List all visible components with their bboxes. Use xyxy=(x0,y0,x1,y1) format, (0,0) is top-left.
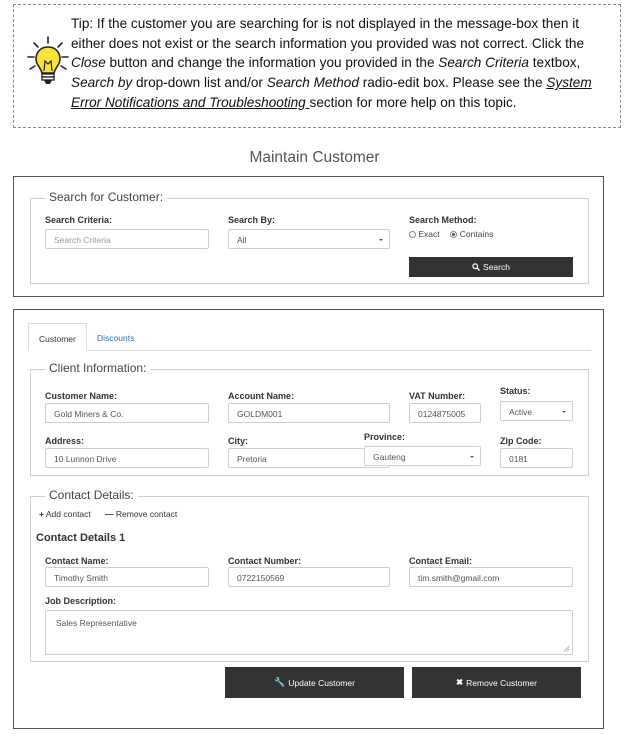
zip-code-label: Zip Code: xyxy=(500,436,542,446)
client-legend: Client Information: xyxy=(45,361,151,375)
status-label: Status: xyxy=(500,386,531,396)
city-label: City: xyxy=(228,436,248,446)
wrench-icon: 🔧 xyxy=(274,677,286,687)
search-by-select[interactable]: All xyxy=(228,229,390,249)
help-link-cont[interactable]: Error Notifications and Troubleshooting xyxy=(71,95,310,110)
remove-customer-button[interactable]: ✖ Remove Customer xyxy=(412,667,581,698)
job-description-label: Job Description: xyxy=(45,596,117,606)
help-link[interactable]: System xyxy=(546,75,591,90)
radio-contains-label: Contains xyxy=(459,229,494,239)
contact-heading: Contact Details 1 xyxy=(36,532,126,544)
radio-exact[interactable] xyxy=(409,231,416,239)
tip-text: Tip: If the customer you are searching f… xyxy=(71,16,592,110)
remove-contact-button[interactable]: — Remove contact xyxy=(105,509,177,519)
customer-name-label: Customer Name: xyxy=(45,391,118,401)
contact-email-input[interactable]: tim.smith@gmail.com xyxy=(409,567,573,587)
province-label: Province: xyxy=(364,432,406,442)
contact-email-label: Contact Email: xyxy=(409,556,473,566)
tip-box: Tip: If the customer you are searching f… xyxy=(13,4,621,128)
vat-number-label: VAT Number: xyxy=(409,391,466,401)
status-select[interactable]: Active xyxy=(500,401,573,421)
contact-name-label: Contact Name: xyxy=(45,556,109,566)
search-criteria-input[interactable]: Search Criteria xyxy=(45,229,209,249)
account-name-input[interactable]: GOLDM001 xyxy=(228,403,390,423)
page-title: Maintain Customer xyxy=(249,149,380,166)
contact-name-input[interactable]: Timothy Smith xyxy=(45,567,209,587)
minus-icon: — xyxy=(105,509,114,519)
lightbulb-icon xyxy=(27,36,69,84)
customer-panel: Customer Discounts Client Information: C… xyxy=(13,309,604,729)
resize-grip-icon[interactable] xyxy=(563,645,570,652)
search-method-label: Search Method: xyxy=(409,215,477,225)
search-panel: Search for Customer: Search Criteria: Se… xyxy=(13,176,604,297)
plus-icon: + xyxy=(39,509,44,519)
radio-contains[interactable] xyxy=(450,231,458,239)
update-customer-button[interactable]: 🔧 Update Customer xyxy=(225,667,404,698)
tab-discounts[interactable]: Discounts xyxy=(87,323,144,351)
province-select[interactable]: Gauteng xyxy=(364,446,481,466)
job-description-textarea[interactable]: Sales Representative xyxy=(45,610,573,655)
search-button[interactable]: Search xyxy=(409,257,573,277)
customer-name-input[interactable]: Gold Miners & Co. xyxy=(45,403,209,423)
tab-customer[interactable]: Customer xyxy=(28,323,87,351)
address-label: Address: xyxy=(45,436,85,446)
account-name-label: Account Name: xyxy=(228,391,295,401)
search-by-label: Search By: xyxy=(228,215,276,225)
zip-code-input[interactable]: 0181 xyxy=(500,448,573,468)
vat-number-input[interactable]: 0124875005 xyxy=(409,403,481,423)
close-icon: ✖ xyxy=(456,677,464,687)
search-icon xyxy=(472,263,480,271)
search-criteria-label: Search Criteria: xyxy=(45,215,113,225)
contact-number-input[interactable]: 0722150569 xyxy=(228,567,390,587)
contact-legend: Contact Details: xyxy=(45,488,138,502)
search-method-group: Exact Contains xyxy=(409,229,493,239)
contact-number-label: Contact Number: xyxy=(228,556,302,566)
search-legend: Search for Customer: xyxy=(45,190,168,204)
radio-exact-label: Exact xyxy=(418,229,440,239)
address-input[interactable]: 10 Lunnon Drive xyxy=(45,448,209,468)
add-contact-button[interactable]: + Add contact xyxy=(39,509,91,519)
